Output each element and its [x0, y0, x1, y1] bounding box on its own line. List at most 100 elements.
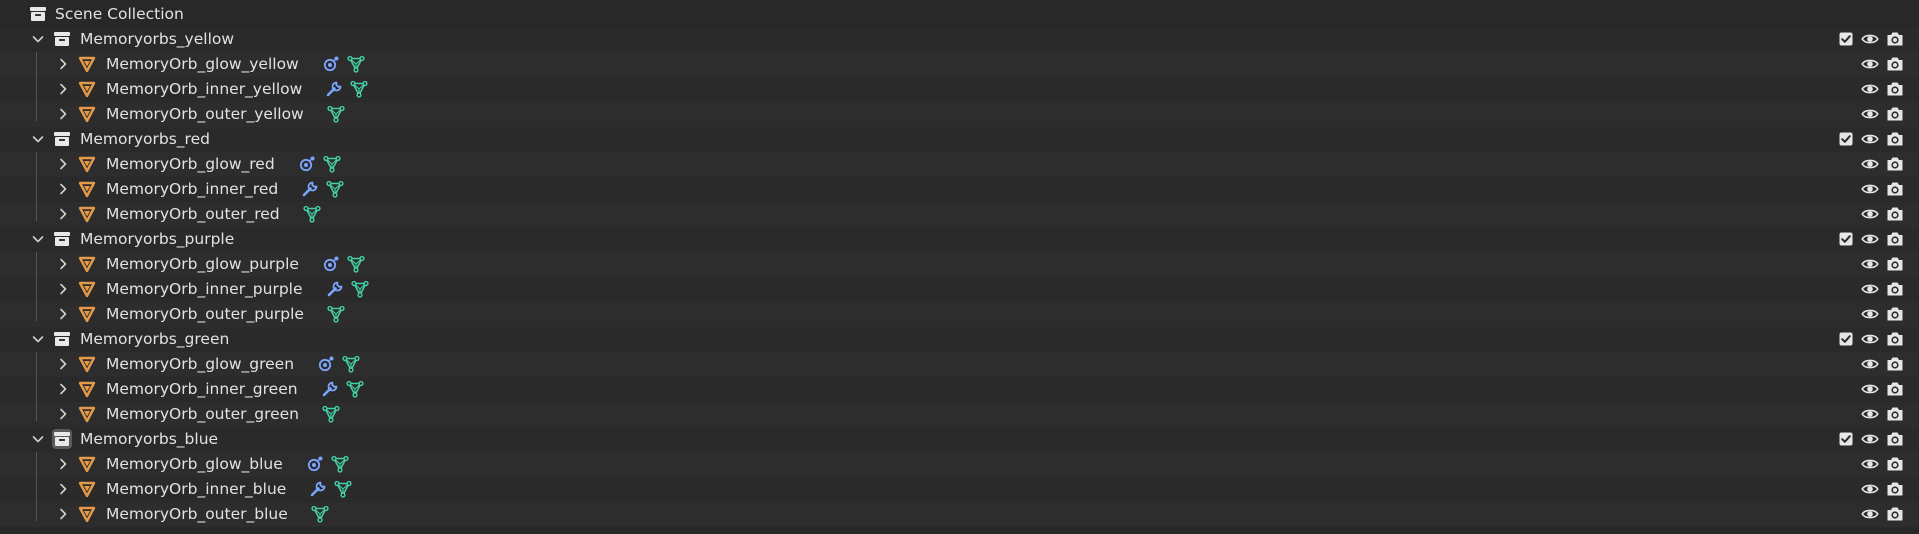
object-row[interactable]: MemoryOrb_glow_blue	[0, 452, 1919, 477]
object-row[interactable]: MemoryOrb_outer_yellow	[0, 102, 1919, 127]
eye-icon[interactable]	[1860, 129, 1880, 149]
chevron-right-icon[interactable]	[56, 507, 70, 521]
eye-icon[interactable]	[1860, 254, 1880, 274]
eye-icon[interactable]	[1860, 154, 1880, 174]
chevron-right-icon[interactable]	[56, 207, 70, 221]
object-row[interactable]: MemoryOrb_outer_green	[0, 402, 1919, 427]
collection-row[interactable]: Memoryorbs_purple	[0, 227, 1919, 252]
exclude-checkbox[interactable]	[1836, 329, 1856, 349]
object-row[interactable]: MemoryOrb_inner_blue	[0, 477, 1919, 502]
camera-icon[interactable]	[1885, 404, 1905, 424]
object-label[interactable]: MemoryOrb_inner_green	[106, 377, 298, 402]
particle-modifier-icon[interactable]	[297, 154, 317, 174]
chevron-right-icon[interactable]	[56, 282, 70, 296]
eye-icon[interactable]	[1860, 304, 1880, 324]
eye-icon[interactable]	[1860, 479, 1880, 499]
eye-icon[interactable]	[1860, 279, 1880, 299]
mesh-data-icon[interactable]	[350, 279, 370, 299]
object-label[interactable]: MemoryOrb_inner_red	[106, 177, 278, 202]
camera-icon[interactable]	[1885, 354, 1905, 374]
collection-row[interactable]: Memoryorbs_green	[0, 327, 1919, 352]
chevron-down-icon[interactable]	[31, 32, 45, 46]
camera-icon[interactable]	[1885, 254, 1905, 274]
chevron-right-icon[interactable]	[56, 82, 70, 96]
eye-icon[interactable]	[1860, 54, 1880, 74]
collection-row[interactable]: Memoryorbs_red	[0, 127, 1919, 152]
mesh-data-icon[interactable]	[333, 479, 353, 499]
camera-icon[interactable]	[1885, 104, 1905, 124]
wrench-modifier-icon[interactable]	[324, 79, 344, 99]
eye-icon[interactable]	[1860, 404, 1880, 424]
chevron-right-icon[interactable]	[56, 357, 70, 371]
object-label[interactable]: MemoryOrb_glow_blue	[106, 452, 283, 477]
camera-icon[interactable]	[1885, 179, 1905, 199]
wrench-modifier-icon[interactable]	[300, 179, 320, 199]
eye-icon[interactable]	[1860, 79, 1880, 99]
chevron-right-icon[interactable]	[56, 157, 70, 171]
collection-label[interactable]: Memoryorbs_red	[80, 127, 210, 152]
mesh-data-icon[interactable]	[326, 104, 346, 124]
exclude-checkbox[interactable]	[1836, 229, 1856, 249]
mesh-data-icon[interactable]	[321, 404, 341, 424]
chevron-right-icon[interactable]	[56, 407, 70, 421]
camera-icon[interactable]	[1885, 429, 1905, 449]
eye-icon[interactable]	[1860, 204, 1880, 224]
object-row[interactable]: MemoryOrb_inner_purple	[0, 277, 1919, 302]
eye-icon[interactable]	[1860, 329, 1880, 349]
object-label[interactable]: MemoryOrb_glow_green	[106, 352, 294, 377]
object-row[interactable]: MemoryOrb_outer_purple	[0, 302, 1919, 327]
chevron-right-icon[interactable]	[56, 457, 70, 471]
camera-icon[interactable]	[1885, 54, 1905, 74]
camera-icon[interactable]	[1885, 229, 1905, 249]
eye-icon[interactable]	[1860, 229, 1880, 249]
mesh-data-icon[interactable]	[326, 304, 346, 324]
object-row[interactable]: MemoryOrb_inner_red	[0, 177, 1919, 202]
exclude-checkbox[interactable]	[1836, 129, 1856, 149]
object-row[interactable]: MemoryOrb_inner_yellow	[0, 77, 1919, 102]
object-label[interactable]: MemoryOrb_outer_yellow	[106, 102, 304, 127]
mesh-data-icon[interactable]	[310, 504, 330, 524]
collection-label[interactable]: Memoryorbs_green	[80, 327, 229, 352]
object-label[interactable]: MemoryOrb_glow_red	[106, 152, 275, 177]
camera-icon[interactable]	[1885, 79, 1905, 99]
chevron-right-icon[interactable]	[56, 182, 70, 196]
wrench-modifier-icon[interactable]	[325, 279, 345, 299]
object-label[interactable]: MemoryOrb_inner_yellow	[106, 77, 302, 102]
mesh-data-icon[interactable]	[345, 379, 365, 399]
chevron-right-icon[interactable]	[56, 257, 70, 271]
eye-icon[interactable]	[1860, 179, 1880, 199]
mesh-data-icon[interactable]	[346, 54, 366, 74]
mesh-data-icon[interactable]	[302, 204, 322, 224]
object-label[interactable]: MemoryOrb_outer_purple	[106, 302, 304, 327]
chevron-right-icon[interactable]	[56, 382, 70, 396]
chevron-right-icon[interactable]	[56, 107, 70, 121]
object-row[interactable]: MemoryOrb_outer_blue	[0, 502, 1919, 527]
object-row[interactable]: MemoryOrb_outer_red	[0, 202, 1919, 227]
camera-icon[interactable]	[1885, 304, 1905, 324]
object-row[interactable]: MemoryOrb_glow_purple	[0, 252, 1919, 277]
object-row[interactable]: MemoryOrb_glow_red	[0, 152, 1919, 177]
object-label[interactable]: MemoryOrb_outer_blue	[106, 502, 288, 527]
camera-icon[interactable]	[1885, 454, 1905, 474]
particle-modifier-icon[interactable]	[305, 454, 325, 474]
chevron-right-icon[interactable]	[56, 482, 70, 496]
eye-icon[interactable]	[1860, 504, 1880, 524]
object-label[interactable]: MemoryOrb_inner_purple	[106, 277, 303, 302]
chevron-down-icon[interactable]	[31, 332, 45, 346]
collection-label[interactable]: Memoryorbs_purple	[80, 227, 234, 252]
object-label[interactable]: MemoryOrb_glow_yellow	[106, 52, 299, 77]
camera-icon[interactable]	[1885, 279, 1905, 299]
camera-icon[interactable]	[1885, 329, 1905, 349]
chevron-down-icon[interactable]	[31, 232, 45, 246]
exclude-checkbox[interactable]	[1836, 29, 1856, 49]
mesh-data-icon[interactable]	[341, 354, 361, 374]
object-label[interactable]: MemoryOrb_outer_green	[106, 402, 299, 427]
collection-label[interactable]: Memoryorbs_blue	[80, 427, 218, 452]
mesh-data-icon[interactable]	[349, 79, 369, 99]
camera-icon[interactable]	[1885, 479, 1905, 499]
object-label[interactable]: MemoryOrb_glow_purple	[106, 252, 299, 277]
camera-icon[interactable]	[1885, 154, 1905, 174]
object-label[interactable]: MemoryOrb_outer_red	[106, 202, 280, 227]
eye-icon[interactable]	[1860, 29, 1880, 49]
mesh-data-icon[interactable]	[325, 179, 345, 199]
